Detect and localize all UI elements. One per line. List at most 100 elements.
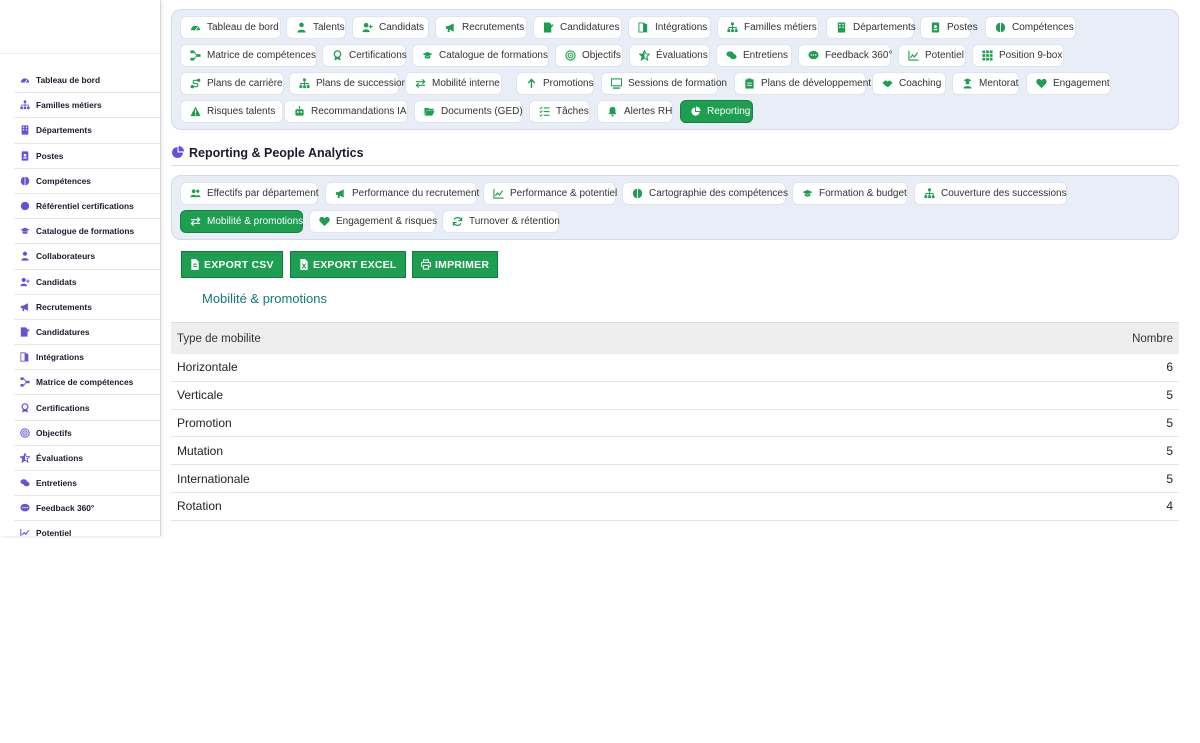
nav-item-label: Sessions de formation [628,78,727,89]
nav-item-label: Documents (GED) [441,106,523,117]
sidebar-item-familles-metiers[interactable]: Familles métiers [14,93,160,119]
sidebar-item-label: Candidats [36,276,77,287]
nav-item-label: Feedback 360° [825,50,893,61]
nav-item-position-9-box[interactable]: Position 9-box [972,44,1064,67]
sidebar-item-catalogue-de-formations[interactable]: Catalogue de formations [14,219,160,245]
cell-mobility-type: Verticale [177,388,224,403]
nav-item-label: Compétences [1012,22,1074,33]
nav-item-familles-metiers[interactable]: Familles métiers [717,16,819,39]
nav-item-candidats[interactable]: Candidats [352,16,429,39]
nav-item-integrations[interactable]: Intégrations [628,16,711,39]
sidebar-item-tableau-de-bord[interactable]: Tableau de bord [14,68,160,94]
sidebar-item-candidatures[interactable]: Candidatures [14,320,160,346]
nav-item-sessions-de-formation[interactable]: Sessions de formation [601,72,727,95]
column-header-count: Nombre [1132,332,1173,345]
sidebar-item-feedback-360[interactable]: Feedback 360° [14,496,160,522]
print-label: IMPRIMER [435,258,490,271]
sidebar-item-label: Référentiel certifications [36,201,134,212]
nav-item-label: Recommandations IA [311,106,407,117]
nav-item-competences[interactable]: Compétences [985,16,1076,39]
nav-item-mobilite-interne[interactable]: Mobilité interne [405,72,502,95]
nav-item-recommandations-ia[interactable]: Recommandations IA [284,100,408,123]
sidebar-item-recrutements[interactable]: Recrutements [14,295,160,320]
report-tab-label: Turnover & rétention [469,216,560,227]
nav-item-engagement[interactable]: Engagement [1026,72,1111,95]
cell-mobility-type: Horizontale [177,360,238,375]
report-tab-performance-potentiel[interactable]: Performance & potentiel [483,182,617,205]
nav-item-tableau-de-bord[interactable]: Tableau de bord [180,16,281,39]
sidebar-item-candidats[interactable]: Candidats [14,270,160,295]
nav-item-plans-de-succession[interactable]: Plans de succession [289,72,407,95]
report-tab-formation-budget[interactable]: Formation & budget [792,182,908,205]
nav-item-potentiel[interactable]: Potentiel [898,44,966,67]
report-tab-mobilite-promotions[interactable]: Mobilité & promotions [180,210,303,233]
export-csv-button[interactable]: EXPORT CSV [181,251,283,278]
bullhorn-icon [335,188,346,199]
report-tab-label: Effectifs par département [207,188,319,199]
chart-pie-icon [690,106,701,117]
nav-item-certifications[interactable]: Certifications [322,44,407,67]
star-half-icon [20,452,30,463]
export-excel-label: EXPORT EXCEL [313,258,397,271]
nav-item-candidatures[interactable]: Candidatures [533,16,622,39]
nav-item-objectifs[interactable]: Objectifs [555,44,623,67]
sidebar-item-competences[interactable]: Compétences [14,169,160,194]
sidebar-item-referentiel-certifications[interactable]: Référentiel certifications [14,194,160,220]
nav-item-matrice-de-competences[interactable]: Matrice de compétences [180,44,317,67]
nav-item-coaching[interactable]: Coaching [872,72,946,95]
nav-item-departements[interactable]: Départements [826,16,916,39]
sidebar-item-departements[interactable]: Départements [14,118,160,144]
nav-item-plans-de-carriere[interactable]: Plans de carrière [180,72,284,95]
nav-item-taches[interactable]: Tâches [529,100,590,123]
graduation-cap-icon [20,226,30,236]
nav-item-talents[interactable]: Talents [286,16,346,39]
report-tabs-panel: Effectifs par département Performance du … [171,175,1179,240]
sidebar-item-potentiel[interactable]: Potentiel [14,521,160,536]
nav-item-reporting[interactable]: Reporting [680,100,753,123]
nav-item-plans-de-developpement[interactable]: Plans de développement [734,72,871,95]
column-header-type: Type de mobilite [177,332,261,345]
export-excel-button[interactable]: EXPORT EXCEL [290,251,406,278]
nav-item-catalogue-de-formations[interactable]: Catalogue de formations [412,44,549,67]
sidebar-item-integrations[interactable]: Intégrations [14,345,160,371]
sidebar-item-matrice-de-competences[interactable]: Matrice de compétences [14,370,160,396]
sidebar-item-certifications[interactable]: Certifications [14,395,160,421]
sidebar-item-evaluations[interactable]: Évaluations [14,446,160,471]
nav-item-recrutements[interactable]: Recrutements [435,16,527,39]
report-tab-effectifs-par-departement[interactable]: Effectifs par département [180,182,319,205]
graduation-cap-icon [422,50,433,61]
nav-item-postes[interactable]: Postes [920,16,978,39]
nav-item-risques-talents[interactable]: Risques talents [180,100,283,123]
print-button[interactable]: IMPRIMER [412,251,499,278]
report-tab-cartographie-des-competences[interactable]: Cartographie des compétences [622,182,788,205]
sidebar-item-collaborateurs[interactable]: Collaborateurs [14,244,160,270]
nav-item-label: Plans de développement [761,78,872,89]
report-tab-label: Cartographie des compétences [649,188,788,199]
nav-item-label: Certifications [349,50,407,61]
award-icon [332,50,343,61]
sidebar-item-objectifs[interactable]: Objectifs [14,421,160,446]
certificate-icon [20,201,30,211]
nav-item-entretiens[interactable]: Entretiens [716,44,792,67]
report-tab-couverture-des-successions[interactable]: Couverture des successions [914,182,1067,205]
nav-item-mentorat[interactable]: Mentorat [952,72,1019,95]
sidebar-item-entretiens[interactable]: Entretiens [14,471,160,497]
report-tab-turnover-retention[interactable]: Turnover & rétention [442,210,560,233]
door-open-icon [20,352,30,362]
sidebar-item-label: Tableau de bord [36,75,101,86]
table-body: Horizontale 6 Verticale 5 Promotion 5 Mutation… [171,354,1179,521]
nav-item-feedback-360[interactable]: Feedback 360° [798,44,893,67]
nav-item-label: Candidatures [560,22,620,33]
nav-item-promotions[interactable]: Promotions [516,72,594,95]
nav-item-documents-ged[interactable]: Documents (GED) [414,100,523,123]
sidebar-item-postes[interactable]: Postes [14,144,160,169]
report-tab-engagement-risques[interactable]: Engagement & risques [309,210,437,233]
report-tab-performance-du-recrutement[interactable]: Performance du recrutement [325,182,479,205]
nav-item-alertes-rh[interactable]: Alertes RH [597,100,673,123]
table-row: Horizontale 6 [171,354,1179,382]
nav-item-evaluations[interactable]: Évaluations [629,44,710,67]
table-row: Verticale 5 [171,382,1179,410]
sidebar-item-label: Certifications [36,402,90,413]
nav-item-label: Évaluations [656,50,708,61]
brain-icon [632,188,643,199]
